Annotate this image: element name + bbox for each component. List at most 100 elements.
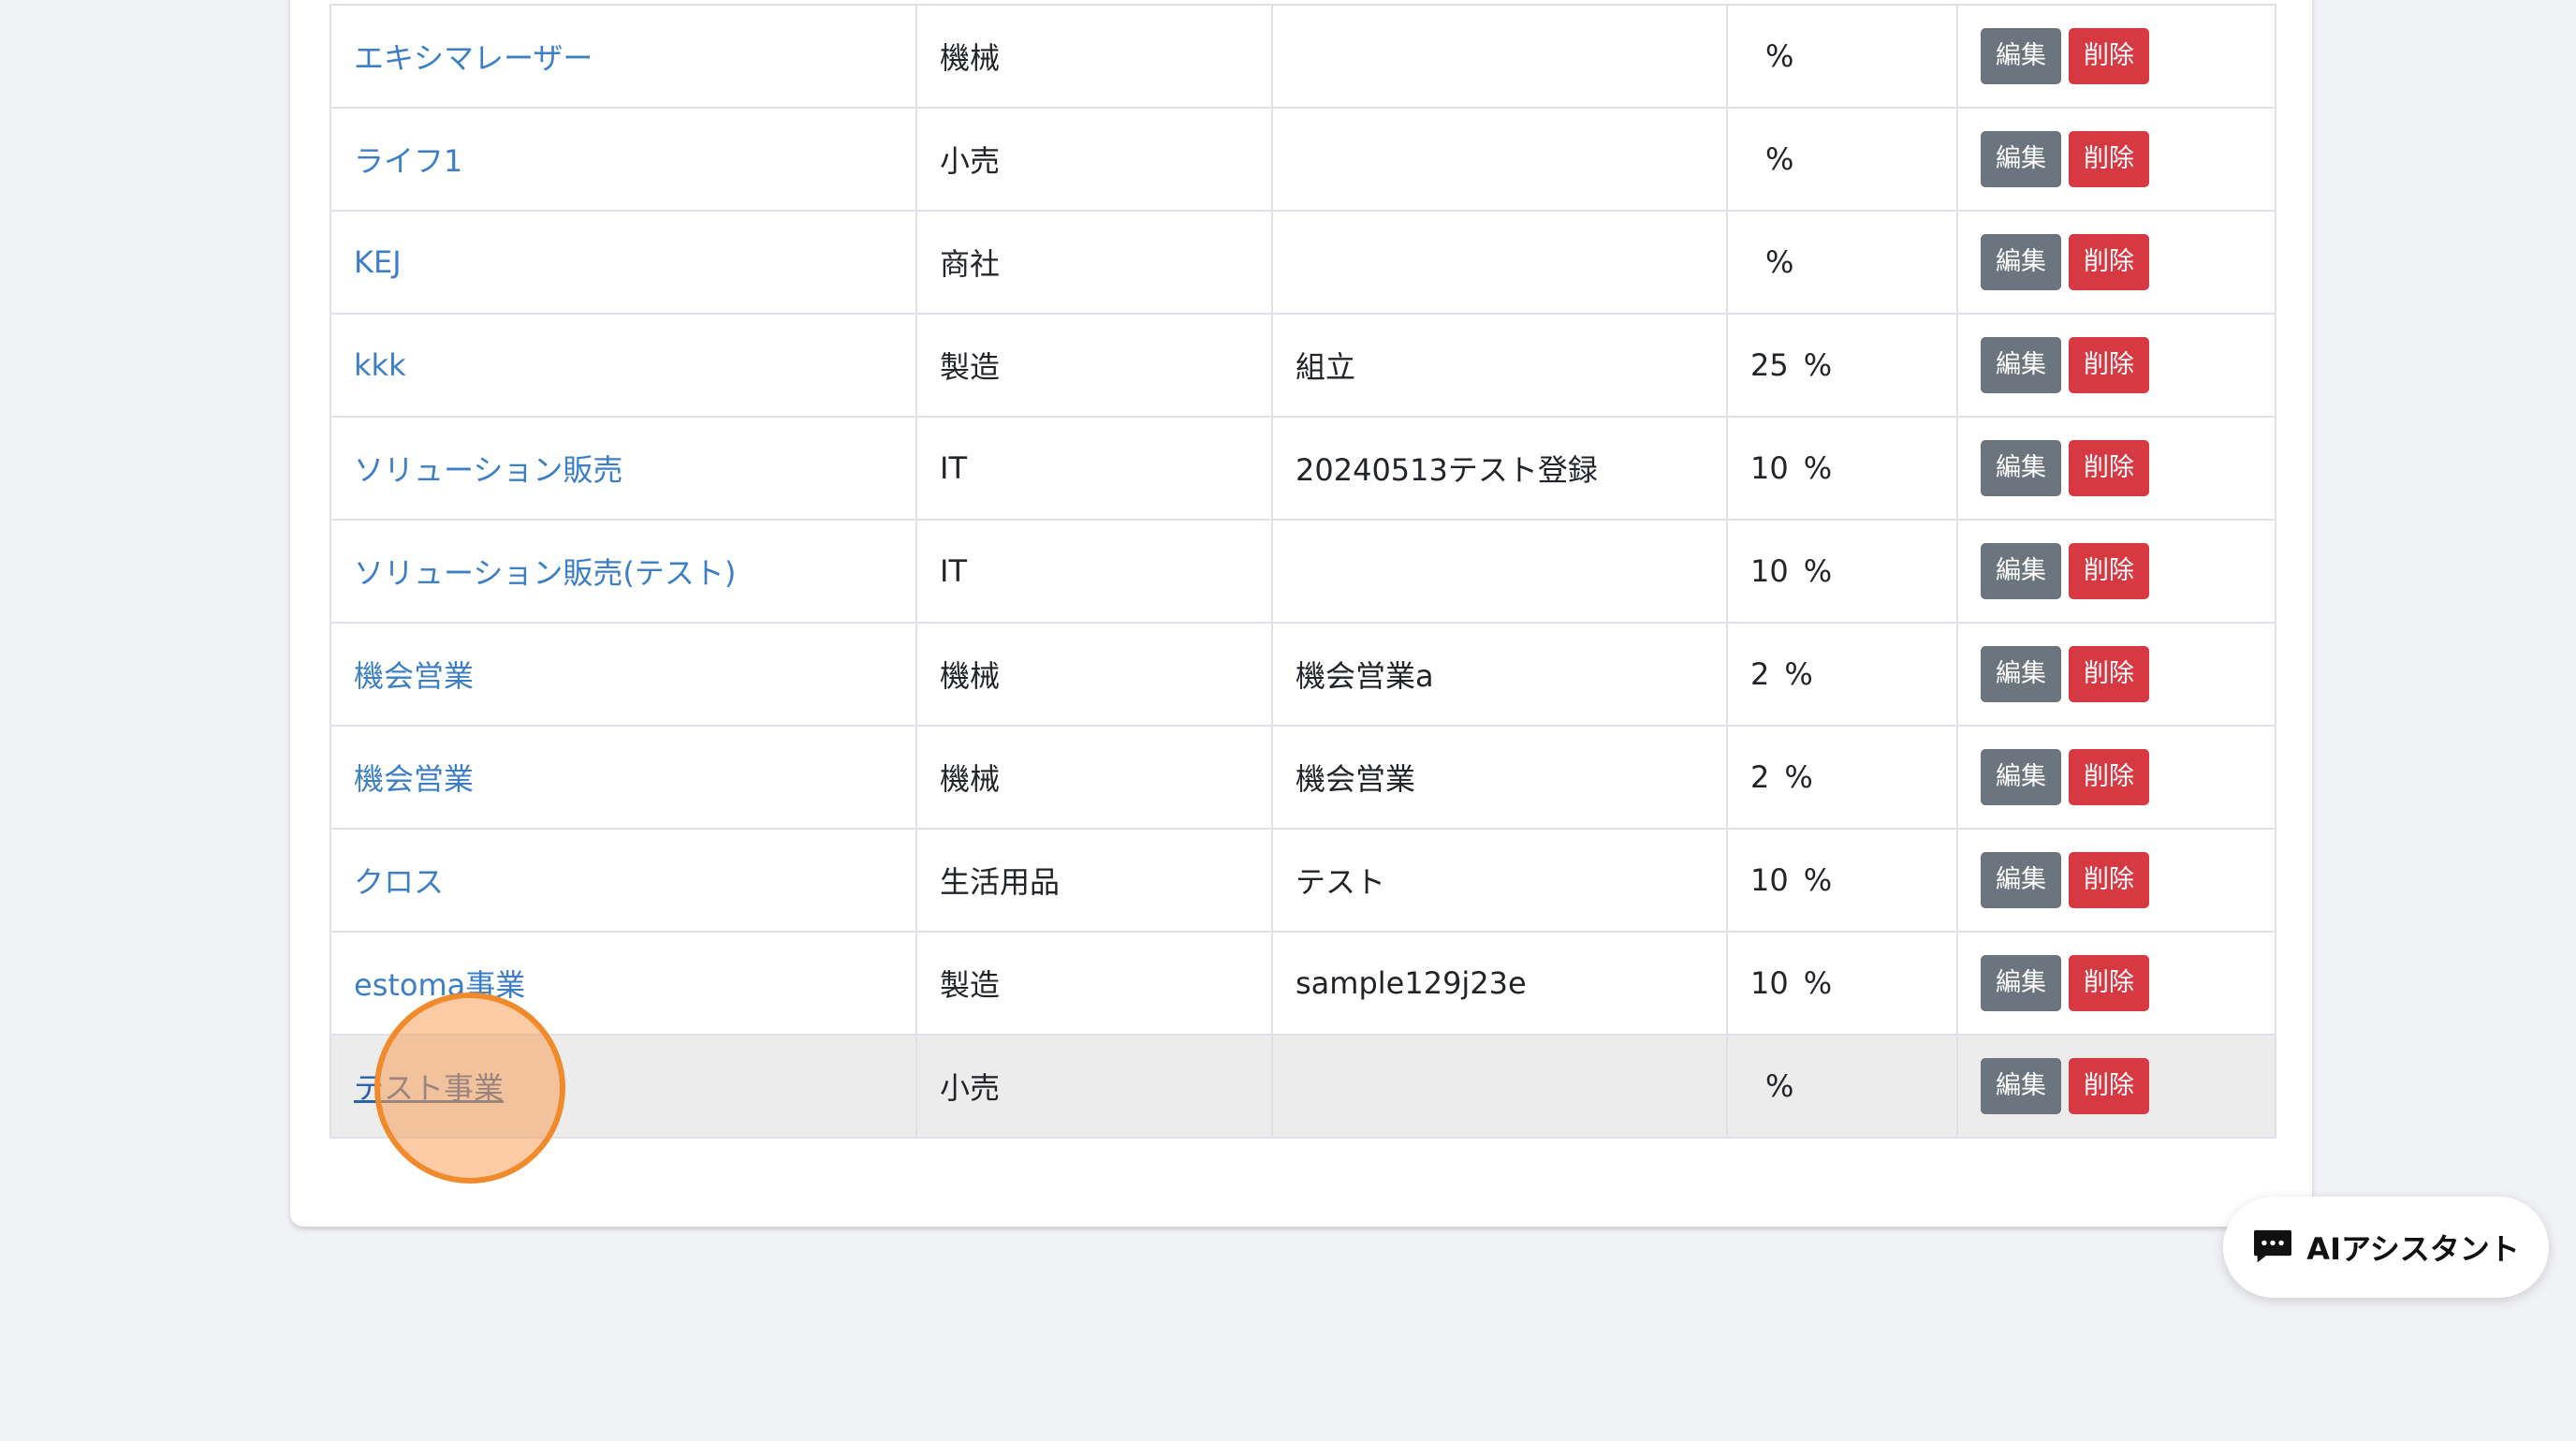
note-cell [1271,4,1728,109]
name-cell: ライフ1 [329,107,917,212]
rate-unit: % [1803,862,1833,898]
business-name-link[interactable]: クロス [354,864,444,900]
delete-button[interactable]: 削除 [2069,646,2149,702]
rate-cell: 10% [1726,931,1958,1036]
table-row: ソリューション販売 IT 20240513テスト登録 10% 編集 削除 [329,416,2276,521]
rate-unit: % [1765,1068,1794,1104]
industry-cell: 機械 [915,4,1273,109]
name-cell: テスト事業 [329,1034,917,1139]
actions-cell: 編集 削除 [1956,313,2276,418]
business-name-link[interactable]: KEJ [354,244,402,280]
rate-unit: % [1803,965,1833,1001]
delete-button[interactable]: 削除 [2069,543,2149,599]
rate-cell: 2% [1726,622,1958,727]
edit-button[interactable]: 編集 [1981,749,2061,805]
table-row: KEJ 商社% 編集 削除 [329,210,2276,315]
table-row: エキシマレーザー 機械% 編集 削除 [329,4,2276,109]
name-cell: KEJ [329,210,917,315]
note-cell: テスト [1271,828,1728,933]
industry-cell: 小売 [915,107,1273,212]
rate-value: 2 [1750,759,1770,795]
name-cell: クロス [329,828,917,933]
delete-button[interactable]: 削除 [2069,749,2149,805]
name-cell: ソリューション販売(テスト) [329,519,917,624]
edit-button[interactable]: 編集 [1981,337,2061,393]
rate-value: 10 [1750,965,1789,1001]
rate-unit: % [1803,450,1833,486]
name-cell: 機会営業 [329,725,917,830]
rate-cell: 10% [1726,416,1958,521]
actions-cell: 編集 削除 [1956,4,2276,109]
note-cell: 機会営業 [1271,725,1728,830]
industry-cell: 商社 [915,210,1273,315]
table-row: estoma事業 製造 sample129j23e 10% 編集 削除 [329,931,2276,1036]
actions-cell: 編集 削除 [1956,622,2276,727]
table-row: 機会営業 機械 機会営業a 2% 編集 削除 [329,622,2276,727]
rate-cell: % [1726,1034,1958,1139]
delete-button[interactable]: 削除 [2069,955,2149,1011]
rate-value: 10 [1750,862,1789,898]
table-row: テスト事業 小売% 編集 削除 [329,1034,2276,1139]
actions-cell: 編集 削除 [1956,1034,2276,1139]
industry-cell: IT [915,519,1273,624]
note-cell [1271,210,1728,315]
name-cell: エキシマレーザー [329,4,917,109]
industry-cell: 機械 [915,725,1273,830]
business-name-link[interactable]: ソリューション販売 [354,452,622,488]
actions-cell: 編集 削除 [1956,107,2276,212]
edit-button[interactable]: 編集 [1981,646,2061,702]
edit-button[interactable]: 編集 [1981,440,2061,496]
actions-cell: 編集 削除 [1956,828,2276,933]
delete-button[interactable]: 削除 [2069,131,2149,187]
edit-button[interactable]: 編集 [1981,852,2061,908]
delete-button[interactable]: 削除 [2069,234,2149,290]
edit-button[interactable]: 編集 [1981,543,2061,599]
note-cell [1271,519,1728,624]
business-name-link[interactable]: ライフ1 [354,143,462,179]
edit-button[interactable]: 編集 [1981,131,2061,187]
rate-unit: % [1784,656,1813,692]
rate-unit: % [1803,553,1833,589]
industry-cell: 小売 [915,1034,1273,1139]
rate-value: 10 [1750,553,1789,589]
note-cell: 機会営業a [1271,622,1728,727]
ai-assistant-button[interactable]: AIアシスタント [2223,1197,2549,1298]
business-name-link[interactable]: kkk [354,347,406,383]
rate-unit: % [1784,759,1813,795]
rate-cell: 10% [1726,519,1958,624]
delete-button[interactable]: 削除 [2069,337,2149,393]
business-name-link[interactable]: estoma事業 [354,967,525,1003]
business-table: エキシマレーザー 機械% 編集 削除 ライフ1 小売% 編集 削除 KEJ 商社% 編集 削除 kkk 製… [329,4,2276,1139]
edit-button[interactable]: 編集 [1981,955,2061,1011]
rate-unit: % [1765,244,1794,280]
industry-cell: 生活用品 [915,828,1273,933]
rate-unit: % [1765,141,1794,177]
business-name-link[interactable]: 機会営業 [354,761,474,797]
note-cell [1271,107,1728,212]
note-cell: 20240513テスト登録 [1271,416,1728,521]
business-name-link[interactable]: ソリューション販売(テスト) [354,555,736,591]
rate-unit: % [1765,38,1794,74]
business-name-link[interactable]: エキシマレーザー [354,40,593,76]
rate-unit: % [1803,347,1833,383]
delete-button[interactable]: 削除 [2069,440,2149,496]
rate-value: 2 [1750,656,1770,692]
delete-button[interactable]: 削除 [2069,852,2149,908]
edit-button[interactable]: 編集 [1981,28,2061,84]
rate-cell: % [1726,107,1958,212]
edit-button[interactable]: 編集 [1981,234,2061,290]
name-cell: 機会営業 [329,622,917,727]
rate-cell: 10% [1726,828,1958,933]
edit-button[interactable]: 編集 [1981,1058,2061,1114]
note-cell: sample129j23e [1271,931,1728,1036]
note-cell [1271,1034,1728,1139]
industry-cell: 製造 [915,931,1273,1036]
name-cell: kkk [329,313,917,418]
table-row: クロス 生活用品 テスト 10% 編集 削除 [329,828,2276,933]
delete-button[interactable]: 削除 [2069,28,2149,84]
business-name-link[interactable]: テスト事業 [354,1070,504,1106]
industry-cell: 機械 [915,622,1273,727]
delete-button[interactable]: 削除 [2069,1058,2149,1114]
rate-cell: 25% [1726,313,1958,418]
business-name-link[interactable]: 機会営業 [354,658,474,694]
